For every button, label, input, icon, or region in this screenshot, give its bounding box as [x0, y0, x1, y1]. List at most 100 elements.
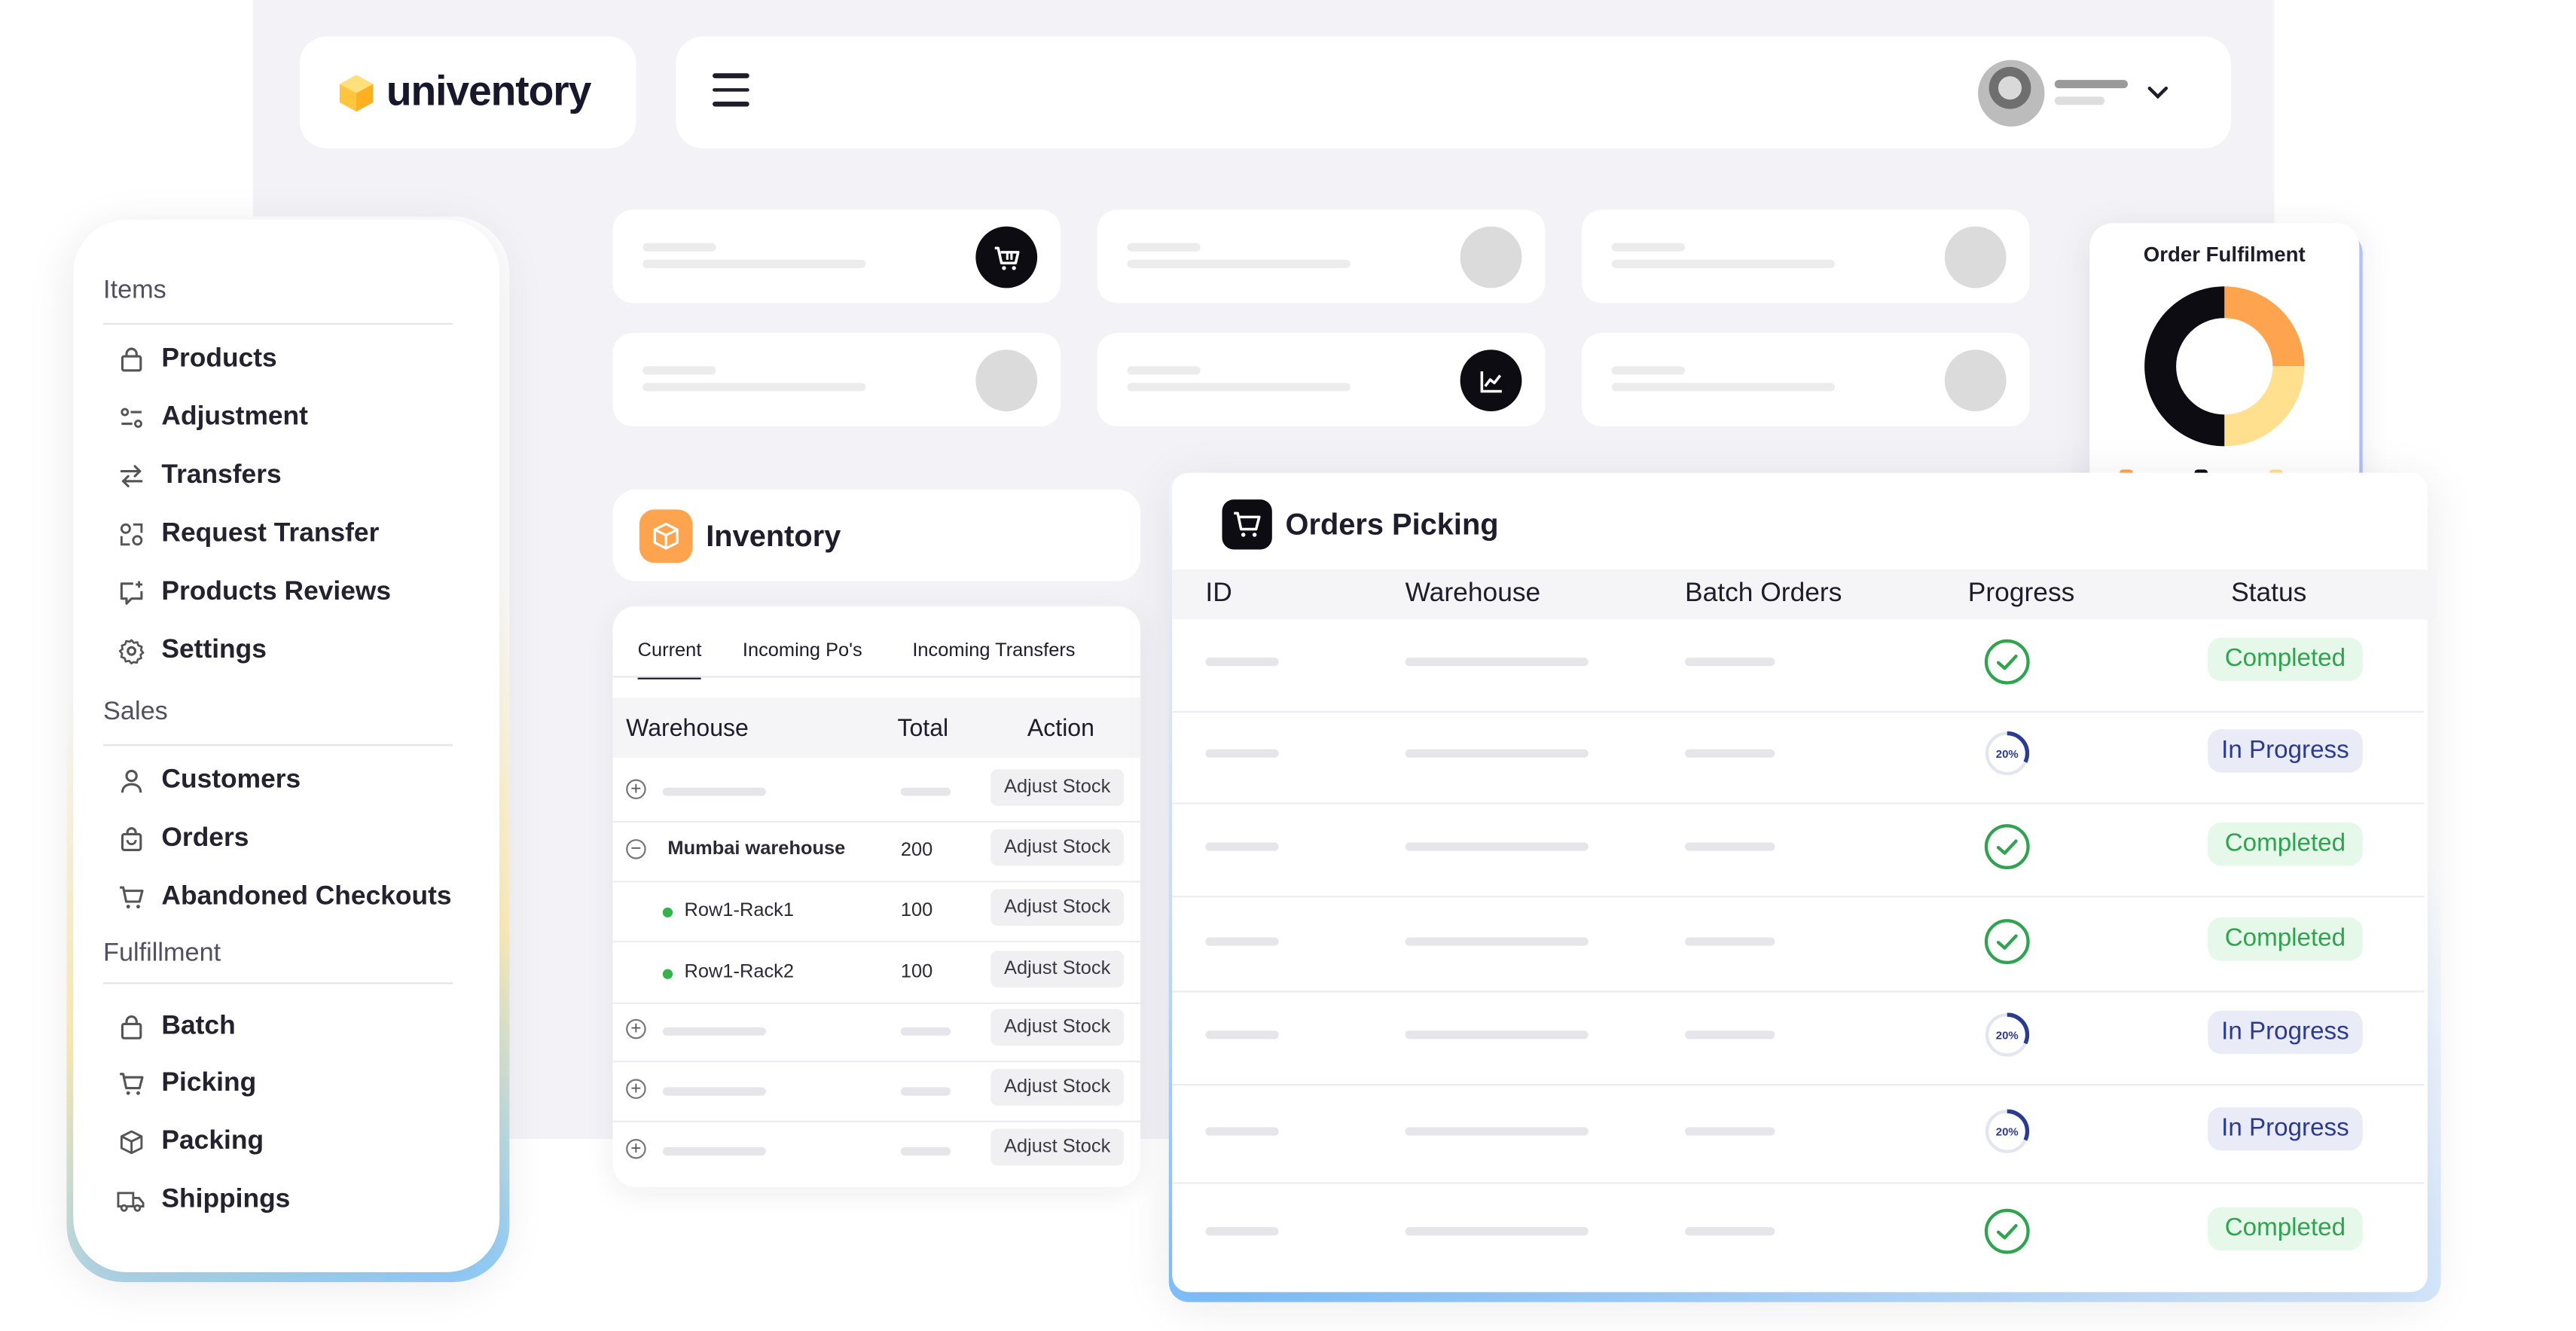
placeholder-icon: [1460, 226, 1522, 288]
progress-ring: 20%: [1985, 1012, 2030, 1058]
rack-total: 100: [900, 900, 933, 921]
adjust-stock-button[interactable]: Adjust Stock: [990, 1009, 1125, 1046]
column-total: Total: [897, 716, 949, 743]
stat-card[interactable]: [1097, 209, 1546, 304]
table-row: + Adjust Stock: [612, 1001, 1141, 1063]
order-fulfilment-card: Order Fulfilment: [2089, 223, 2360, 506]
sidebar-item-abandoned-checkouts[interactable]: Abandoned Checkouts: [117, 875, 452, 921]
sidebar-item-settings[interactable]: Settings: [117, 627, 267, 674]
sidebar-section-items: Items: [103, 276, 166, 305]
expand-icon[interactable]: +: [626, 779, 646, 800]
column-id: ID: [1205, 579, 1232, 608]
donut-slice: [2224, 286, 2305, 367]
adjust-stock-button[interactable]: Adjust Stock: [990, 769, 1125, 806]
cart-icon: [975, 226, 1038, 288]
adjust-stock-button[interactable]: Adjust Stock: [990, 951, 1125, 988]
request-transfer-icon: [117, 520, 145, 549]
column-status: Status: [2231, 579, 2307, 608]
chevron-down-icon[interactable]: [2144, 80, 2171, 106]
svg-text:20%: 20%: [1996, 1029, 2019, 1042]
tab-incoming-pos[interactable]: Incoming Po's: [743, 641, 862, 661]
table-row: + Adjust Stock: [612, 1121, 1140, 1181]
sidebar-item-transfers[interactable]: Transfers: [117, 453, 282, 499]
sidebar-item-batch[interactable]: Batch: [117, 1004, 236, 1051]
tab-incoming-transfers[interactable]: Incoming Transfers: [912, 641, 1075, 661]
table-row: Row1-Rack2 100 Adjust Stock: [612, 942, 1141, 1004]
table-row: + Adjust Stock: [612, 1061, 1141, 1122]
rack-total: 100: [900, 962, 933, 983]
stat-card[interactable]: [612, 209, 1061, 304]
user-role-placeholder: [2054, 96, 2105, 105]
progress-ring: 20%: [1985, 1109, 2030, 1154]
stat-card[interactable]: [1581, 333, 2030, 426]
donut-slice: [2224, 366, 2305, 447]
donut-chart: [2144, 286, 2305, 447]
stat-card[interactable]: [1097, 333, 1546, 426]
status-badge: Completed: [2208, 917, 2363, 961]
top-bar: [676, 36, 2232, 148]
sidebar-item-customers[interactable]: Customers: [117, 758, 301, 804]
warehouse-name: Mumbai warehouse: [667, 839, 846, 859]
table-row: − Mumbai warehouse 200 Adjust Stock: [612, 821, 1141, 883]
sidebar-item-orders[interactable]: Orders: [117, 816, 249, 862]
adjust-stock-button[interactable]: Adjust Stock: [990, 1128, 1125, 1166]
table-row[interactable]: Completed: [1172, 802, 2425, 898]
sidebar-item-packing[interactable]: Packing: [117, 1119, 264, 1165]
status-badge: Completed: [2208, 637, 2363, 682]
svg-text:20%: 20%: [1996, 1126, 2019, 1139]
expand-icon[interactable]: +: [626, 1079, 646, 1099]
table-row[interactable]: Completed: [1172, 1182, 2424, 1285]
cube-logo-icon: [339, 74, 374, 111]
adjust-stock-button[interactable]: Adjust Stock: [990, 829, 1125, 866]
stat-card[interactable]: [1581, 209, 2030, 304]
table-row[interactable]: 20% In Progress: [1172, 1085, 2425, 1184]
status-badge: Completed: [2208, 1207, 2363, 1251]
inventory-table: Current Incoming Po's Incoming Transfers…: [612, 606, 1141, 1188]
transfer-arrows-icon: [117, 462, 145, 490]
user-icon: [117, 767, 145, 795]
orders-bag-icon: [117, 825, 145, 853]
inventory-title: Inventory: [706, 519, 841, 553]
table-row[interactable]: Completed: [1172, 618, 2425, 713]
table-row[interactable]: Completed: [1172, 897, 2425, 993]
status-badge: In Progress: [2208, 729, 2363, 773]
adjust-stock-button[interactable]: Adjust Stock: [990, 1069, 1125, 1106]
svg-text:20%: 20%: [1996, 748, 2019, 761]
sidebar-section-sales: Sales: [103, 698, 168, 726]
column-warehouse: Warehouse: [1405, 579, 1541, 608]
sidebar-item-products-reviews[interactable]: Products Reviews: [117, 569, 391, 616]
sidebar-item-picking[interactable]: Picking: [117, 1061, 256, 1107]
review-icon: [117, 578, 145, 607]
sidebar-item-products[interactable]: Products: [117, 337, 277, 383]
expand-icon[interactable]: +: [626, 1138, 646, 1159]
brand-name: univentory: [386, 68, 592, 115]
inventory-header: Inventory: [612, 489, 1141, 582]
table-row: Row1-Rack1 100 Adjust Stock: [612, 881, 1141, 943]
stat-card[interactable]: [612, 333, 1061, 426]
hamburger-menu-icon[interactable]: [713, 73, 749, 106]
table-row[interactable]: 20% In Progress: [1172, 710, 2425, 804]
donut-slice: [2144, 286, 2225, 447]
chart-icon: [1460, 350, 1522, 411]
collapse-icon[interactable]: −: [626, 839, 646, 859]
sidebar-item-adjustment[interactable]: Adjustment: [117, 395, 308, 441]
logo-card[interactable]: univentory: [299, 36, 636, 148]
expand-icon[interactable]: +: [626, 1018, 646, 1039]
check-circle-icon: [1984, 824, 2030, 869]
tab-current[interactable]: Current: [637, 641, 703, 679]
adjust-stock-button[interactable]: Adjust Stock: [990, 889, 1125, 927]
table-row[interactable]: 20% In Progress: [1172, 991, 2425, 1086]
column-batch-orders: Batch Orders: [1685, 579, 1842, 608]
sidebar-item-shippings[interactable]: Shippings: [117, 1177, 290, 1224]
sidebar: Items Products Adjustment Transfers Requ…: [73, 219, 500, 1272]
check-circle-icon: [1984, 919, 2030, 964]
placeholder-icon: [1944, 226, 2007, 288]
table-row: + Adjust Stock: [612, 761, 1141, 823]
rack-name: Row1-Rack1: [684, 900, 795, 921]
avatar[interactable]: [1978, 60, 2045, 127]
sidebar-item-request-transfer[interactable]: Request Transfer: [117, 511, 379, 558]
adjust-icon: [117, 404, 145, 432]
cart-icon: [1222, 499, 1272, 550]
sidebar-section-fulfillment: Fulfillment: [103, 939, 221, 968]
truck-icon: [117, 1186, 145, 1215]
